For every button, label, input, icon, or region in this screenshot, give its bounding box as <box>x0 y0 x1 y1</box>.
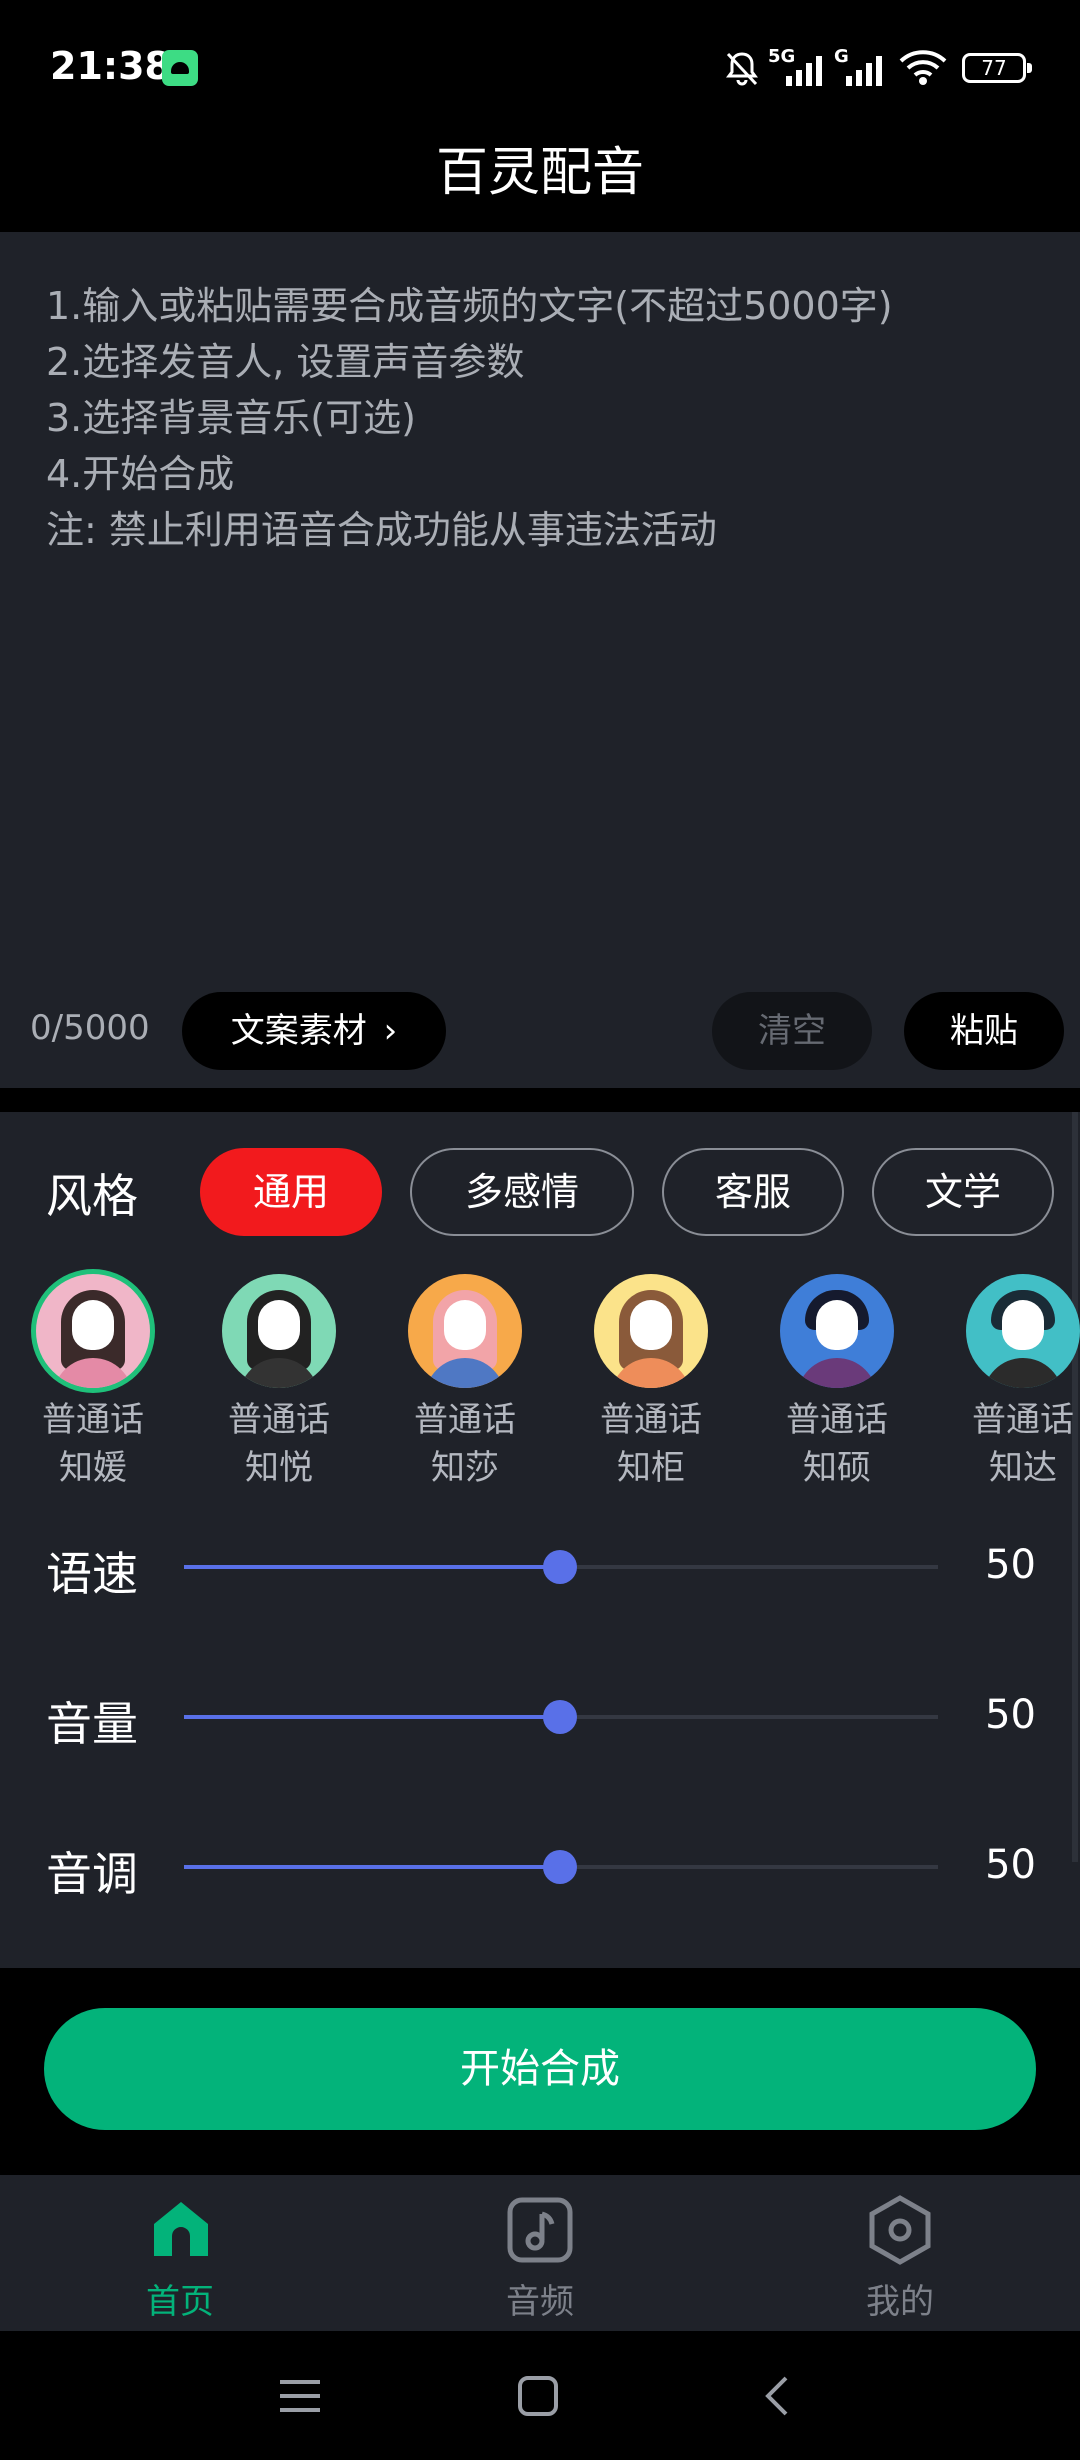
home-icon[interactable] <box>148 2196 214 2262</box>
nav-home[interactable]: 首页 <box>80 2274 280 2323</box>
voice-label: 普通话 知媛 <box>42 1400 144 1488</box>
voice-label: 普通话 知莎 <box>414 1400 516 1488</box>
voice-settings-panel <box>0 1112 1080 1968</box>
pitch-slider-thumb[interactable] <box>543 1850 577 1884</box>
voice-label: 普通话 知达 <box>972 1400 1074 1488</box>
signal-icon-2 <box>846 56 882 86</box>
voice-avatar-zhigui[interactable] <box>594 1274 708 1388</box>
instruction-line: 1.输入或粘贴需要合成音频的文字(不超过5000字) <box>46 284 893 328</box>
home-square-icon[interactable] <box>516 2374 560 2418</box>
menu-icon[interactable] <box>278 2376 322 2416</box>
android-notification-icon <box>162 50 198 86</box>
voice-avatar-zhiyuan[interactable] <box>36 1274 150 1388</box>
wifi-icon <box>899 50 947 85</box>
volume-label: 音量 <box>46 1697 138 1751</box>
app-title: 百灵配音 <box>435 143 644 203</box>
speed-label: 语速 <box>46 1547 138 1601</box>
back-icon[interactable] <box>758 2374 798 2418</box>
speed-slider-thumb[interactable] <box>543 1550 577 1584</box>
voice-avatar-zhida[interactable] <box>966 1274 1080 1388</box>
voice-avatar-zhisha[interactable] <box>408 1274 522 1388</box>
pitch-value: 50 <box>985 1842 1036 1888</box>
instruction-line: 注: 禁止利用语音合成功能从事违法活动 <box>46 508 717 552</box>
status-time: 21:38 <box>50 44 171 88</box>
pitch-label: 音调 <box>46 1847 138 1901</box>
instruction-line: 2.选择发音人, 设置声音参数 <box>46 340 525 384</box>
signal-icon <box>786 56 822 86</box>
input-placeholder: 1.输入或粘贴需要合成音频的文字(不超过5000字) 2.选择发音人, 设置声音… <box>46 278 1046 558</box>
style-chip-service[interactable]: 客服 <box>662 1148 844 1236</box>
instruction-line: 3.选择背景音乐(可选) <box>46 396 416 440</box>
character-count: 0/5000 <box>30 1008 150 1048</box>
volume-slider-thumb[interactable] <box>543 1700 577 1734</box>
start-synthesis-button[interactable]: 开始合成 <box>44 2008 1036 2130</box>
volume-slider-fill <box>184 1715 560 1719</box>
clear-button[interactable]: 清空 <box>712 992 872 1070</box>
speed-value: 50 <box>985 1542 1036 1588</box>
style-chip-emotional[interactable]: 多感情 <box>410 1148 634 1236</box>
nav-mine[interactable]: 我的 <box>800 2274 1000 2323</box>
style-chip-literature[interactable]: 文学 <box>872 1148 1054 1236</box>
music-note-icon[interactable] <box>506 2196 574 2264</box>
copy-material-button[interactable]: 文案素材 › <box>182 992 446 1070</box>
style-chip-general[interactable]: 通用 <box>200 1148 382 1236</box>
copy-material-label: 文案素材 <box>230 1011 367 1051</box>
mute-bell-icon <box>726 52 758 86</box>
voice-label: 普通话 知硕 <box>786 1400 888 1488</box>
voice-label: 普通话 知柜 <box>600 1400 702 1488</box>
voice-avatar-zhishuo[interactable] <box>780 1274 894 1388</box>
paste-button[interactable]: 粘贴 <box>904 992 1064 1070</box>
style-label: 风格 <box>46 1169 138 1223</box>
chevron-right-icon: › <box>383 1011 398 1051</box>
nav-audio[interactable]: 音频 <box>440 2274 640 2323</box>
battery-icon: 77 <box>962 53 1032 83</box>
instruction-line: 4.开始合成 <box>46 452 235 496</box>
volume-value: 50 <box>985 1692 1036 1738</box>
voice-label: 普通话 知悦 <box>228 1400 330 1488</box>
speed-slider-fill <box>184 1565 560 1569</box>
voice-avatar-zhiyue[interactable] <box>222 1274 336 1388</box>
hexagon-settings-icon[interactable] <box>866 2194 934 2266</box>
pitch-slider-fill <box>184 1865 560 1869</box>
